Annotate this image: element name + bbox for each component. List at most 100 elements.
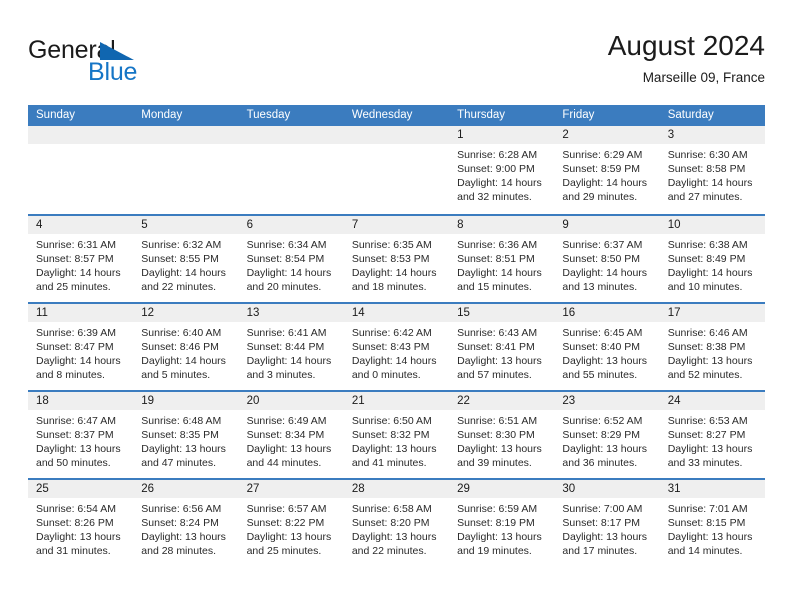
sunrise-text: Sunrise: 6:31 AM <box>36 239 116 251</box>
day-details: Sunrise: 6:59 AM Sunset: 8:19 PM Daylight:… <box>449 498 554 558</box>
sunset-text: Sunset: 8:55 PM <box>141 253 219 265</box>
sunset-text: Sunset: 8:58 PM <box>667 163 746 175</box>
day-details: Sunrise: 6:30 AM Sunset: 8:58 PM Daylight:… <box>660 144 765 204</box>
sunset-text: Sunset: 8:24 PM <box>141 517 219 529</box>
day-cell[interactable]: 19 Sunrise: 6:48 AM Sunset: 8:35 PM Dayligh… <box>133 392 239 478</box>
sunset-text: Sunset: 8:41 PM <box>457 341 535 353</box>
day-cell[interactable]: 28 Sunrise: 6:58 AM Sunset: 8:20 PM Dayligh… <box>343 480 450 566</box>
calendar-page: General Blue August 2024 Marseille 09, F… <box>0 0 792 612</box>
day-number: 22 <box>449 392 555 410</box>
daylight-text: Daylight: 14 hours and 13 minutes. <box>562 267 648 293</box>
day-cell[interactable]: 16 Sunrise: 6:45 AM Sunset: 8:40 PM Dayligh… <box>554 304 660 390</box>
sunset-text: Sunset: 8:15 PM <box>667 517 746 529</box>
sunset-text: Sunset: 9:00 PM <box>457 163 535 175</box>
day-cell[interactable]: 25 Sunrise: 6:54 AM Sunset: 8:26 PM Dayligh… <box>28 480 134 566</box>
day-details: Sunrise: 6:41 AM Sunset: 8:44 PM Daylight:… <box>239 322 344 382</box>
day-number: 12 <box>133 304 239 322</box>
day-cell[interactable]: 7 Sunrise: 6:35 AM Sunset: 8:53 PM Daylight… <box>343 216 450 302</box>
day-cell[interactable]: 17 Sunrise: 6:46 AM Sunset: 8:38 PM Dayligh… <box>659 304 765 390</box>
day-cell[interactable]: 14 Sunrise: 6:42 AM Sunset: 8:43 PM Dayligh… <box>343 304 450 390</box>
day-cell[interactable]: 2 Sunrise: 6:29 AM Sunset: 8:59 PM Daylight… <box>554 126 660 214</box>
day-cell[interactable]: 31 Sunrise: 7:01 AM Sunset: 8:15 PM Dayligh… <box>659 480 765 566</box>
day-cell-empty <box>343 126 450 214</box>
daylight-text: Daylight: 13 hours and 52 minutes. <box>667 355 753 381</box>
day-cell[interactable]: 15 Sunrise: 6:43 AM Sunset: 8:41 PM Dayligh… <box>449 304 555 390</box>
weekday-header-sunday: Sunday <box>36 109 76 121</box>
sunrise-text: Sunrise: 7:00 AM <box>562 503 643 515</box>
day-number: 7 <box>343 216 450 234</box>
day-number: 9 <box>554 216 660 234</box>
day-cell[interactable]: 11 Sunrise: 6:39 AM Sunset: 8:47 PM Dayligh… <box>28 304 134 390</box>
calendar-week-row: 25 Sunrise: 6:54 AM Sunset: 8:26 PM Dayligh… <box>28 478 765 566</box>
calendar-body: 1 Sunrise: 6:28 AM Sunset: 9:00 PM Daylight… <box>28 126 765 566</box>
day-cell[interactable]: 9 Sunrise: 6:37 AM Sunset: 8:50 PM Daylight… <box>554 216 660 302</box>
calendar-week-row: 1 Sunrise: 6:28 AM Sunset: 9:00 PM Daylight… <box>28 126 765 214</box>
sunrise-text: Sunrise: 6:41 AM <box>246 327 327 339</box>
day-details: Sunrise: 6:37 AM Sunset: 8:50 PM Daylight:… <box>554 234 659 294</box>
sunrise-text: Sunrise: 6:40 AM <box>141 327 222 339</box>
day-cell[interactable]: 13 Sunrise: 6:41 AM Sunset: 8:44 PM Dayligh… <box>238 304 344 390</box>
day-cell[interactable]: 5 Sunrise: 6:32 AM Sunset: 8:55 PM Daylight… <box>133 216 239 302</box>
day-cell[interactable]: 18 Sunrise: 6:47 AM Sunset: 8:37 PM Dayligh… <box>28 392 134 478</box>
day-number: 15 <box>449 304 555 322</box>
sunrise-text: Sunrise: 6:30 AM <box>667 149 748 161</box>
day-cell[interactable]: 26 Sunrise: 6:56 AM Sunset: 8:24 PM Dayligh… <box>133 480 239 566</box>
daylight-text: Daylight: 14 hours and 18 minutes. <box>351 267 437 293</box>
day-number: 21 <box>343 392 450 410</box>
daylight-text: Daylight: 13 hours and 55 minutes. <box>562 355 648 381</box>
sunrise-text: Sunrise: 6:53 AM <box>667 415 748 427</box>
sunrise-text: Sunrise: 6:48 AM <box>141 415 222 427</box>
day-details: Sunrise: 6:54 AM Sunset: 8:26 PM Daylight:… <box>28 498 133 558</box>
day-cell[interactable]: 29 Sunrise: 6:59 AM Sunset: 8:19 PM Dayligh… <box>449 480 555 566</box>
daylight-text: Daylight: 13 hours and 39 minutes. <box>457 443 542 469</box>
daylight-text: Daylight: 13 hours and 47 minutes. <box>141 443 226 469</box>
sunrise-text: Sunrise: 6:42 AM <box>351 327 432 339</box>
day-details: Sunrise: 6:34 AM Sunset: 8:54 PM Daylight:… <box>239 234 344 294</box>
day-number: 19 <box>133 392 239 410</box>
sunset-text: Sunset: 8:47 PM <box>36 341 114 353</box>
day-number: 24 <box>659 392 765 410</box>
day-cell[interactable]: 6 Sunrise: 6:34 AM Sunset: 8:54 PM Daylight… <box>238 216 344 302</box>
day-details: Sunrise: 6:52 AM Sunset: 8:29 PM Daylight:… <box>554 410 659 470</box>
day-details: Sunrise: 6:45 AM Sunset: 8:40 PM Daylight:… <box>554 322 659 382</box>
day-cell[interactable]: 21 Sunrise: 6:50 AM Sunset: 8:32 PM Dayligh… <box>343 392 450 478</box>
day-cell[interactable]: 4 Sunrise: 6:31 AM Sunset: 8:57 PM Daylight… <box>28 216 134 302</box>
day-cell[interactable]: 24 Sunrise: 6:53 AM Sunset: 8:27 PM Dayligh… <box>659 392 765 478</box>
day-number: 18 <box>28 392 134 410</box>
daylight-text: Daylight: 14 hours and 5 minutes. <box>141 355 226 381</box>
day-cell[interactable]: 3 Sunrise: 6:30 AM Sunset: 8:58 PM Daylight… <box>659 126 765 214</box>
day-details: Sunrise: 6:35 AM Sunset: 8:53 PM Daylight:… <box>344 234 449 294</box>
day-cell[interactable]: 23 Sunrise: 6:52 AM Sunset: 8:29 PM Dayligh… <box>554 392 660 478</box>
daylight-text: Daylight: 13 hours and 50 minutes. <box>36 443 121 469</box>
page-header: General Blue August 2024 Marseille 09, F… <box>28 28 765 94</box>
day-cell[interactable]: 30 Sunrise: 7:00 AM Sunset: 8:17 PM Dayligh… <box>554 480 660 566</box>
day-cell[interactable]: 8 Sunrise: 6:36 AM Sunset: 8:51 PM Daylight… <box>449 216 555 302</box>
day-cell[interactable]: 20 Sunrise: 6:49 AM Sunset: 8:34 PM Dayligh… <box>238 392 344 478</box>
brand-logo[interactable]: General Blue <box>28 36 258 92</box>
day-details: Sunrise: 6:48 AM Sunset: 8:35 PM Daylight:… <box>133 410 238 470</box>
day-cell[interactable]: 10 Sunrise: 6:38 AM Sunset: 8:49 PM Dayligh… <box>659 216 765 302</box>
daylight-text: Daylight: 14 hours and 8 minutes. <box>36 355 121 381</box>
sunset-text: Sunset: 8:30 PM <box>457 429 535 441</box>
calendar-grid: Sunday Monday Tuesday Wednesday Thursday Frid… <box>28 105 765 566</box>
day-number: 23 <box>554 392 660 410</box>
sunset-text: Sunset: 8:20 PM <box>351 517 430 529</box>
sunset-text: Sunset: 8:29 PM <box>562 429 641 441</box>
day-number <box>343 126 450 144</box>
sunrise-text: Sunrise: 6:50 AM <box>351 415 432 427</box>
day-details: Sunrise: 6:58 AM Sunset: 8:20 PM Daylight:… <box>344 498 449 558</box>
title-block: August 2024 Marseille 09, France <box>608 28 765 88</box>
sunset-text: Sunset: 8:57 PM <box>36 253 114 265</box>
sunset-text: Sunset: 8:53 PM <box>351 253 430 265</box>
day-number: 5 <box>133 216 239 234</box>
daylight-text: Daylight: 14 hours and 27 minutes. <box>667 177 753 203</box>
day-cell[interactable]: 1 Sunrise: 6:28 AM Sunset: 9:00 PM Daylight… <box>449 126 555 214</box>
day-cell[interactable]: 27 Sunrise: 6:57 AM Sunset: 8:22 PM Dayligh… <box>238 480 344 566</box>
weekday-header-row: Sunday Monday Tuesday Wednesday Thursday Frid… <box>28 105 765 126</box>
day-cell[interactable]: 22 Sunrise: 6:51 AM Sunset: 8:30 PM Dayligh… <box>449 392 555 478</box>
day-details: Sunrise: 6:49 AM Sunset: 8:34 PM Daylight:… <box>239 410 344 470</box>
day-details: Sunrise: 6:42 AM Sunset: 8:43 PM Daylight:… <box>344 322 449 382</box>
weekday-header-thursday: Thursday <box>457 109 506 121</box>
day-cell[interactable]: 12 Sunrise: 6:40 AM Sunset: 8:46 PM Dayligh… <box>133 304 239 390</box>
weekday-header-friday: Friday <box>562 109 595 121</box>
